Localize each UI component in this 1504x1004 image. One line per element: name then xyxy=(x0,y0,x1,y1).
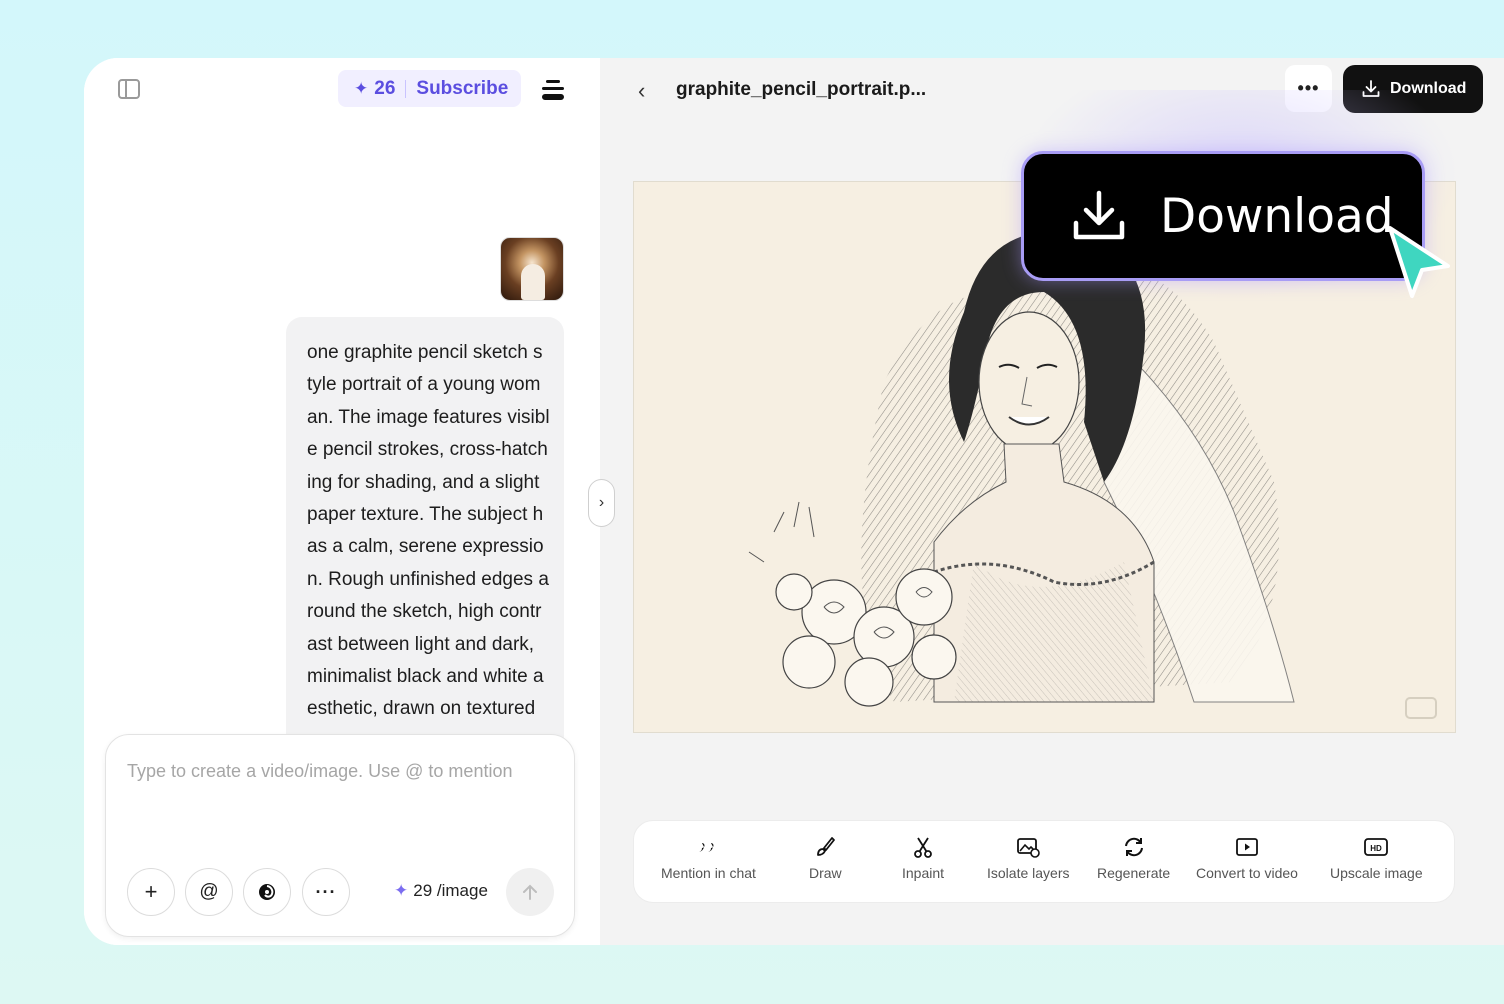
more-horizontal-icon: ••• xyxy=(1297,78,1320,98)
tool-label: Inpaint xyxy=(902,865,945,881)
more-menu-button[interactable]: ••• xyxy=(1285,65,1332,112)
send-button[interactable] xyxy=(506,868,554,916)
quote-icon xyxy=(699,843,714,852)
at-icon: @ xyxy=(199,881,219,902)
subscribe-button[interactable]: Subscribe xyxy=(416,78,508,100)
download-button[interactable]: Download xyxy=(1343,65,1483,113)
message-line: tyle portrait of a young wom xyxy=(307,374,541,396)
composer-placeholder[interactable]: Type to create a video/image. Use @ to m… xyxy=(127,761,512,782)
message-line: esthetic, drawn on textured xyxy=(307,698,536,720)
add-button[interactable]: + xyxy=(127,868,175,916)
upscale-image-button[interactable]: HD Upscale image xyxy=(1330,835,1423,881)
message-line: round the sketch, high contr xyxy=(307,601,542,623)
download-icon xyxy=(1362,80,1380,97)
download-icon xyxy=(1073,190,1125,240)
tool-label: Mention in chat xyxy=(661,865,756,881)
cost-label: 29 /image xyxy=(413,881,488,900)
model-swirl-icon xyxy=(259,884,275,900)
sidebar-toggle-icon[interactable] xyxy=(118,79,140,99)
inpaint-button[interactable]: Inpaint xyxy=(902,835,944,881)
chat-panel: ✦ 26 Subscribe one graphite pencil sketc… xyxy=(84,58,600,945)
brush-icon xyxy=(817,837,836,856)
message-line: n. Rough unfinished edges a xyxy=(307,568,549,590)
draw-button[interactable]: Draw xyxy=(809,835,842,881)
image-layers-icon xyxy=(1017,838,1041,858)
message-line: minimalist black and white a xyxy=(307,666,544,688)
play-icon xyxy=(1236,838,1258,856)
mention-button[interactable]: @ xyxy=(185,868,233,916)
model-select-button[interactable] xyxy=(243,868,291,916)
scissors-icon xyxy=(914,837,932,858)
collapse-panel-button[interactable]: › xyxy=(588,479,615,527)
regenerate-button[interactable]: Regenerate xyxy=(1097,835,1170,881)
prompt-composer[interactable]: Type to create a video/image. Use @ to m… xyxy=(105,734,575,937)
isolate-layers-button[interactable]: Isolate layers xyxy=(987,835,1069,881)
refresh-icon xyxy=(1124,837,1143,857)
tool-label: Upscale image xyxy=(1330,865,1423,881)
message-line: ast between light and dark, xyxy=(307,633,535,655)
tool-label: Convert to video xyxy=(1196,865,1298,881)
message-line: e pencil strokes, cross-hatch xyxy=(307,439,548,461)
more-horizontal-icon: ··· xyxy=(315,881,337,902)
sparkle-icon: ✦ xyxy=(354,78,369,98)
hd-icon: HD xyxy=(1364,838,1389,856)
arrow-up-icon xyxy=(523,884,537,900)
svg-text:HD: HD xyxy=(1371,844,1383,853)
credits-subscribe-pill[interactable]: ✦ 26 Subscribe xyxy=(338,70,521,107)
more-options-button[interactable]: ··· xyxy=(302,868,350,916)
reference-image-thumbnail[interactable] xyxy=(500,237,564,301)
callout-label: Download xyxy=(1160,188,1394,244)
mention-in-chat-button[interactable]: Mention in chat xyxy=(661,835,756,881)
message-line: an. The image features visibl xyxy=(307,406,550,428)
generation-cost: ✦ 29 /image xyxy=(394,881,488,901)
chevron-right-icon: › xyxy=(598,494,605,511)
tool-label: Regenerate xyxy=(1097,865,1171,881)
message-line: paper texture. The subject h xyxy=(307,504,544,526)
sparkle-icon: ✦ xyxy=(394,881,409,900)
convert-to-video-button[interactable]: Convert to video xyxy=(1196,835,1298,881)
message-line: ing for shading, and a slight xyxy=(307,471,540,493)
download-label: Download xyxy=(1390,80,1467,97)
message-line: as a calm, serene expressio xyxy=(307,536,544,558)
message-line: one graphite pencil sketch s xyxy=(307,342,543,363)
tool-label: Draw xyxy=(809,865,842,881)
plus-icon: + xyxy=(144,879,158,904)
mouse-cursor-icon xyxy=(1388,226,1450,298)
chevron-left-icon: ‹ xyxy=(638,78,646,103)
back-button[interactable]: ‹ xyxy=(638,78,645,104)
file-title: graphite_pencil_portrait.p... xyxy=(676,79,927,100)
tool-label: Isolate layers xyxy=(987,865,1070,881)
credits-count: 26 xyxy=(374,77,396,99)
history-stack-icon[interactable] xyxy=(540,76,566,102)
image-actions-toolbar: Mention in chat Draw Inpaint Isolate lay… xyxy=(633,820,1455,903)
download-callout-zoom: Download xyxy=(1021,151,1425,281)
user-prompt-message: one graphite pencil sketch s tyle portra… xyxy=(286,317,564,757)
divider xyxy=(405,79,407,98)
